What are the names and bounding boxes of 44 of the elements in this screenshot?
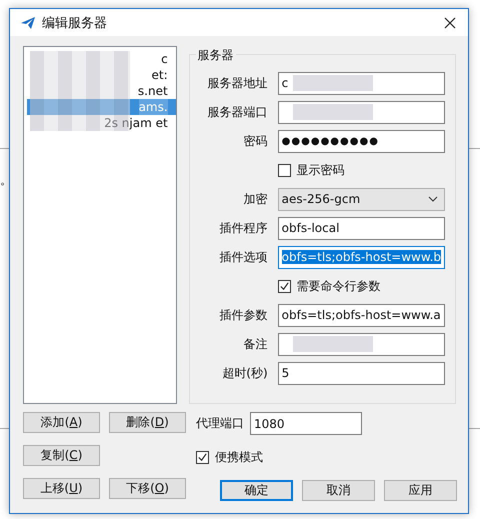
button[interactable]: 复制(C)	[23, 445, 100, 466]
input-field[interactable]	[278, 332, 445, 356]
button[interactable]: 删除(D)	[109, 412, 186, 433]
field-label: 服务器地址	[206, 74, 268, 92]
close-icon[interactable]	[444, 16, 456, 28]
dropdown[interactable]: aes-256-gcm	[278, 188, 445, 210]
field-label: 密码	[242, 132, 268, 150]
chevron-down-icon	[428, 196, 438, 202]
field-label: 服务器端口	[206, 104, 268, 120]
checkbox-label: 显示密码	[296, 162, 345, 178]
button[interactable]: 下移(O)	[109, 478, 186, 499]
button[interactable]: 确定	[220, 480, 293, 501]
server-list-item[interactable]: et:	[27, 67, 176, 83]
input-field[interactable]: c	[278, 72, 445, 94]
input-field[interactable]	[278, 100, 445, 124]
server-list-item[interactable]: 2s njam et	[27, 115, 176, 131]
field-label: 加密	[242, 190, 268, 208]
input-field[interactable]: obfs-local	[278, 216, 445, 240]
button[interactable]: 应用	[384, 480, 457, 501]
checkbox-label: 便携模式	[215, 449, 263, 466]
field-label: 插件参数	[218, 306, 268, 324]
input-field[interactable]: 5	[278, 362, 445, 384]
button[interactable]: 添加(A)	[23, 412, 100, 433]
proxy-port-field[interactable]: 1080	[250, 412, 362, 435]
checkbox[interactable]	[278, 164, 291, 176]
window-title: 编辑服务器	[42, 14, 108, 32]
button[interactable]: 取消	[302, 480, 375, 501]
field-label: 备注	[242, 336, 268, 352]
field-label: 插件选项	[218, 248, 268, 266]
background-text: 。	[0, 172, 12, 189]
paper-plane-icon	[20, 14, 36, 30]
input-field[interactable]: obfs=tls;obfs-host=www.b	[278, 246, 445, 268]
checkbox-label: 需要命令行参数	[296, 278, 381, 294]
checkbox[interactable]	[196, 451, 209, 464]
proxy-port-label: 代理端口	[196, 415, 244, 432]
input-field[interactable]: obfs=tls;obfs-host=www.a	[278, 304, 445, 326]
input-field[interactable]: ●●●●●●●●●●	[278, 130, 445, 152]
server-list-item[interactable]: s.net	[27, 83, 176, 99]
field-label: 超时(秒)	[221, 364, 268, 382]
field-label: 插件程序	[218, 220, 268, 236]
server-list-item[interactable]: c	[27, 51, 176, 67]
group-title: 服务器	[196, 47, 236, 64]
button[interactable]: 上移(U)	[23, 478, 100, 499]
checkbox[interactable]	[278, 280, 291, 292]
